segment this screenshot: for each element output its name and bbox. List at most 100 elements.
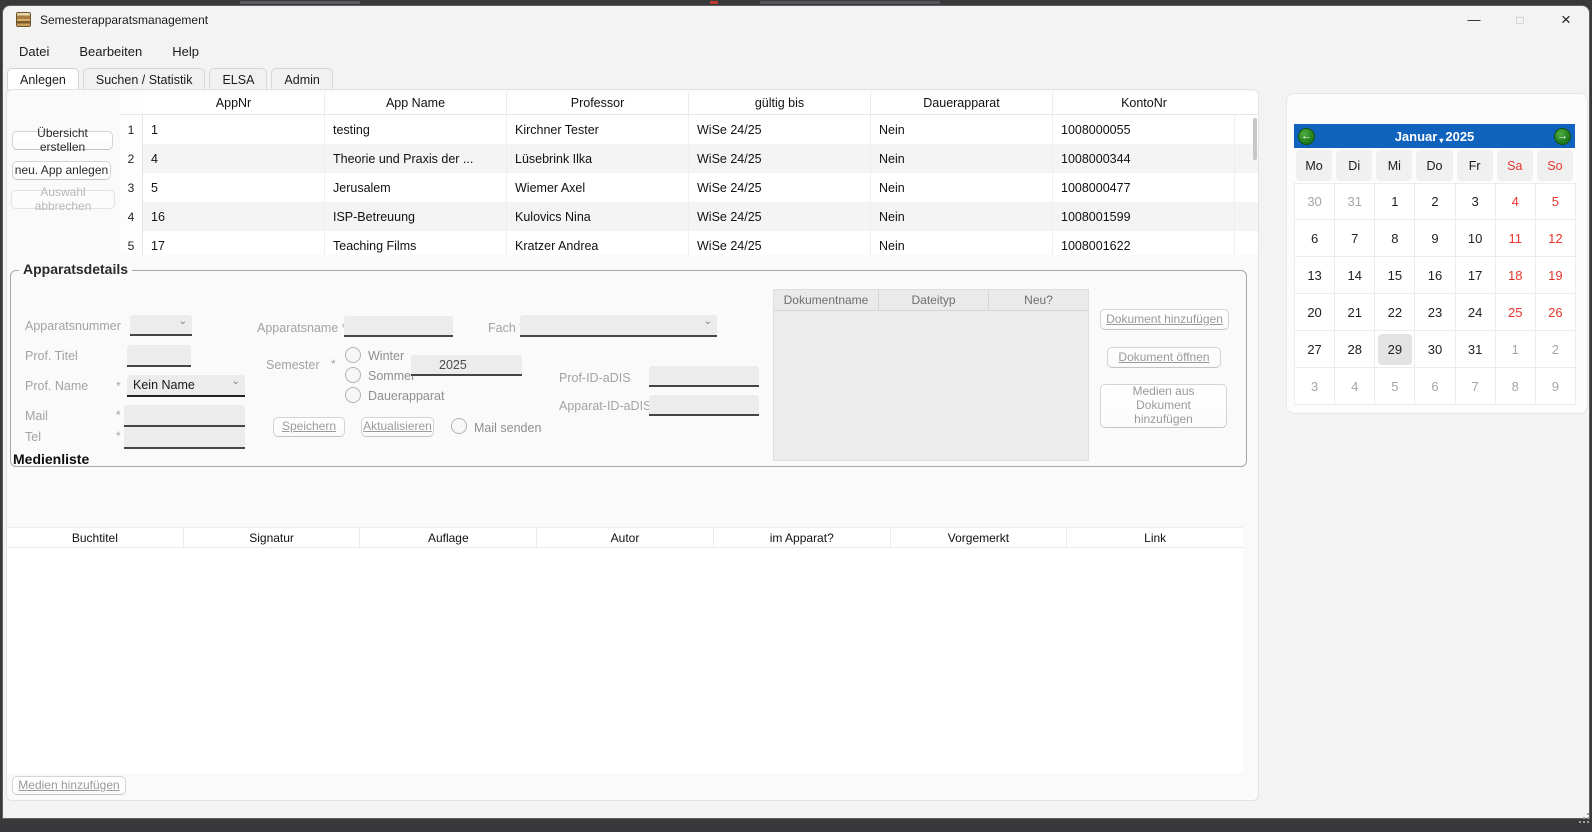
column-header[interactable]: AppNr	[143, 92, 325, 114]
calendar-day[interactable]: 26	[1536, 294, 1576, 331]
prof-name-select[interactable]: Kein Name⌄	[127, 375, 245, 397]
calendar-day[interactable]: 30	[1295, 183, 1335, 220]
table-row[interactable]: 35JerusalemWiemer AxelWiSe 24/25Nein1008…	[120, 173, 1259, 202]
medien-hinzufuegen-button[interactable]: Medien hinzufügen	[12, 776, 126, 795]
table-row[interactable]: 24Theorie und Praxis der ...Lüsebrink Il…	[120, 144, 1259, 173]
fach-select[interactable]: ⌄	[520, 315, 717, 337]
column-header[interactable]: Link	[1067, 528, 1243, 547]
calendar-day[interactable]: 24	[1456, 294, 1496, 331]
mail-input[interactable]	[124, 405, 245, 427]
calendar-day[interactable]: 7	[1335, 220, 1375, 257]
calendar-day[interactable]: 10	[1456, 220, 1496, 257]
semester-year-input[interactable]: 2025	[411, 355, 522, 376]
column-header[interactable]: App Name	[325, 92, 507, 114]
column-header[interactable]: Dokumentname	[774, 290, 879, 310]
prof-titel-input[interactable]	[127, 345, 191, 367]
winter-radio[interactable]	[345, 347, 361, 363]
calendar-day[interactable]: 21	[1335, 294, 1375, 331]
calendar-day[interactable]: 14	[1335, 257, 1375, 294]
calendar-month: Januar	[1395, 129, 1438, 144]
calendar-day[interactable]: 30	[1415, 331, 1455, 368]
maximize-button[interactable]: □	[1497, 6, 1543, 33]
uebersicht-erstellen-button[interactable]: Übersicht erstellen	[12, 131, 113, 150]
tab-page-anlegen: Übersicht erstellen neu. App anlegen Aus…	[6, 89, 1259, 801]
calendar-day[interactable]: 18	[1496, 257, 1536, 294]
calendar-day[interactable]: 17	[1456, 257, 1496, 294]
calendar-day[interactable]: 2	[1415, 183, 1455, 220]
column-header[interactable]: Auflage	[360, 528, 537, 547]
calendar-day[interactable]: 9	[1536, 368, 1576, 405]
calendar-day[interactable]: 13	[1295, 257, 1335, 294]
calendar-prev-icon[interactable]: ←	[1298, 128, 1315, 145]
calendar-day[interactable]: 4	[1335, 368, 1375, 405]
calendar-day[interactable]: 6	[1295, 220, 1335, 257]
tel-input[interactable]	[124, 427, 245, 449]
calendar-day[interactable]: 5	[1536, 183, 1576, 220]
sommer-radio[interactable]	[345, 367, 361, 383]
calendar-day[interactable]: 31	[1335, 183, 1375, 220]
aktualisieren-button[interactable]: Aktualisieren	[361, 417, 434, 437]
calendar-day[interactable]: 3	[1456, 183, 1496, 220]
dokument-hinzufuegen-button[interactable]: Dokument hinzufügen	[1100, 309, 1229, 330]
calendar-day[interactable]: 7	[1456, 368, 1496, 405]
calendar-next-icon[interactable]: →	[1554, 128, 1571, 145]
medien-aus-dokument-button[interactable]: Medien aus Dokument hinzufügen	[1100, 384, 1227, 428]
apparatsnummer-select[interactable]: ⌄	[130, 315, 192, 336]
calendar-day[interactable]: 11	[1496, 220, 1536, 257]
column-header[interactable]: Neu?	[989, 290, 1088, 310]
calendar-day[interactable]: 25	[1496, 294, 1536, 331]
calendar-title[interactable]: Januar▾2025	[1319, 129, 1550, 144]
menu-help[interactable]: Help	[158, 40, 213, 63]
calendar-day[interactable]: 1	[1496, 331, 1536, 368]
column-header[interactable]: Dateityp	[879, 290, 989, 310]
menu-datei[interactable]: Datei	[5, 40, 63, 63]
calendar-day[interactable]: 9	[1415, 220, 1455, 257]
column-header[interactable]: Dauerapparat	[871, 92, 1053, 114]
calendar-day[interactable]: 20	[1295, 294, 1335, 331]
calendar-day[interactable]: 2	[1536, 331, 1576, 368]
minimize-button[interactable]: —	[1451, 6, 1497, 33]
neu-app-anlegen-button[interactable]: neu. App anlegen	[12, 161, 111, 180]
apparat-id-adis-input[interactable]	[649, 395, 759, 416]
calendar-day-selected[interactable]: 29	[1375, 331, 1415, 368]
prof-id-adis-input[interactable]	[649, 366, 759, 387]
column-header[interactable]: Professor	[507, 92, 689, 114]
calendar-day[interactable]: 8	[1496, 368, 1536, 405]
menu-bearbeiten[interactable]: Bearbeiten	[65, 40, 156, 63]
calendar-day[interactable]: 4	[1496, 183, 1536, 220]
auswahl-abbrechen-button[interactable]: Auswahl abbrechen	[11, 190, 115, 209]
calendar-day[interactable]: 5	[1375, 368, 1415, 405]
calendar-day[interactable]: 8	[1375, 220, 1415, 257]
column-header[interactable]: Signatur	[184, 528, 361, 547]
dokument-oeffnen-button[interactable]: Dokument öffnen	[1107, 347, 1221, 368]
calendar-day[interactable]: 27	[1295, 331, 1335, 368]
calendar-day[interactable]: 6	[1415, 368, 1455, 405]
column-header[interactable]: im Apparat?	[714, 528, 891, 547]
resize-grip[interactable]	[1579, 812, 1591, 824]
table-scrollbar[interactable]	[1253, 118, 1257, 160]
speichern-button[interactable]: Speichern	[273, 417, 345, 437]
column-header[interactable]: gültig bis	[689, 92, 871, 114]
column-header[interactable]: Buchtitel	[7, 528, 184, 547]
table-row[interactable]: 517Teaching FilmsKratzer AndreaWiSe 24/2…	[120, 231, 1259, 255]
close-button[interactable]: ×	[1543, 6, 1589, 33]
calendar-day[interactable]: 12	[1536, 220, 1576, 257]
dauerapparat-radio[interactable]	[345, 387, 361, 403]
table-row[interactable]: 416ISP-BetreuungKulovics NinaWiSe 24/25N…	[120, 202, 1259, 231]
apparatsname-input[interactable]	[344, 316, 453, 337]
calendar-day[interactable]: 31	[1456, 331, 1496, 368]
calendar-day[interactable]: 19	[1536, 257, 1576, 294]
mail-senden-checkbox[interactable]	[451, 418, 467, 434]
column-header[interactable]: Autor	[537, 528, 714, 547]
calendar-day[interactable]: 15	[1375, 257, 1415, 294]
calendar-daynames: MoDiMiDoFrSaSo	[1294, 148, 1575, 183]
column-header[interactable]: Vorgemerkt	[891, 528, 1068, 547]
calendar-day[interactable]: 28	[1335, 331, 1375, 368]
column-header[interactable]: KontoNr	[1053, 92, 1235, 114]
calendar-day[interactable]: 23	[1415, 294, 1455, 331]
calendar-day[interactable]: 3	[1295, 368, 1335, 405]
table-row[interactable]: 11testingKirchner TesterWiSe 24/25Nein10…	[120, 115, 1259, 144]
calendar-day[interactable]: 1	[1375, 183, 1415, 220]
calendar-day[interactable]: 16	[1415, 257, 1455, 294]
calendar-day[interactable]: 22	[1375, 294, 1415, 331]
